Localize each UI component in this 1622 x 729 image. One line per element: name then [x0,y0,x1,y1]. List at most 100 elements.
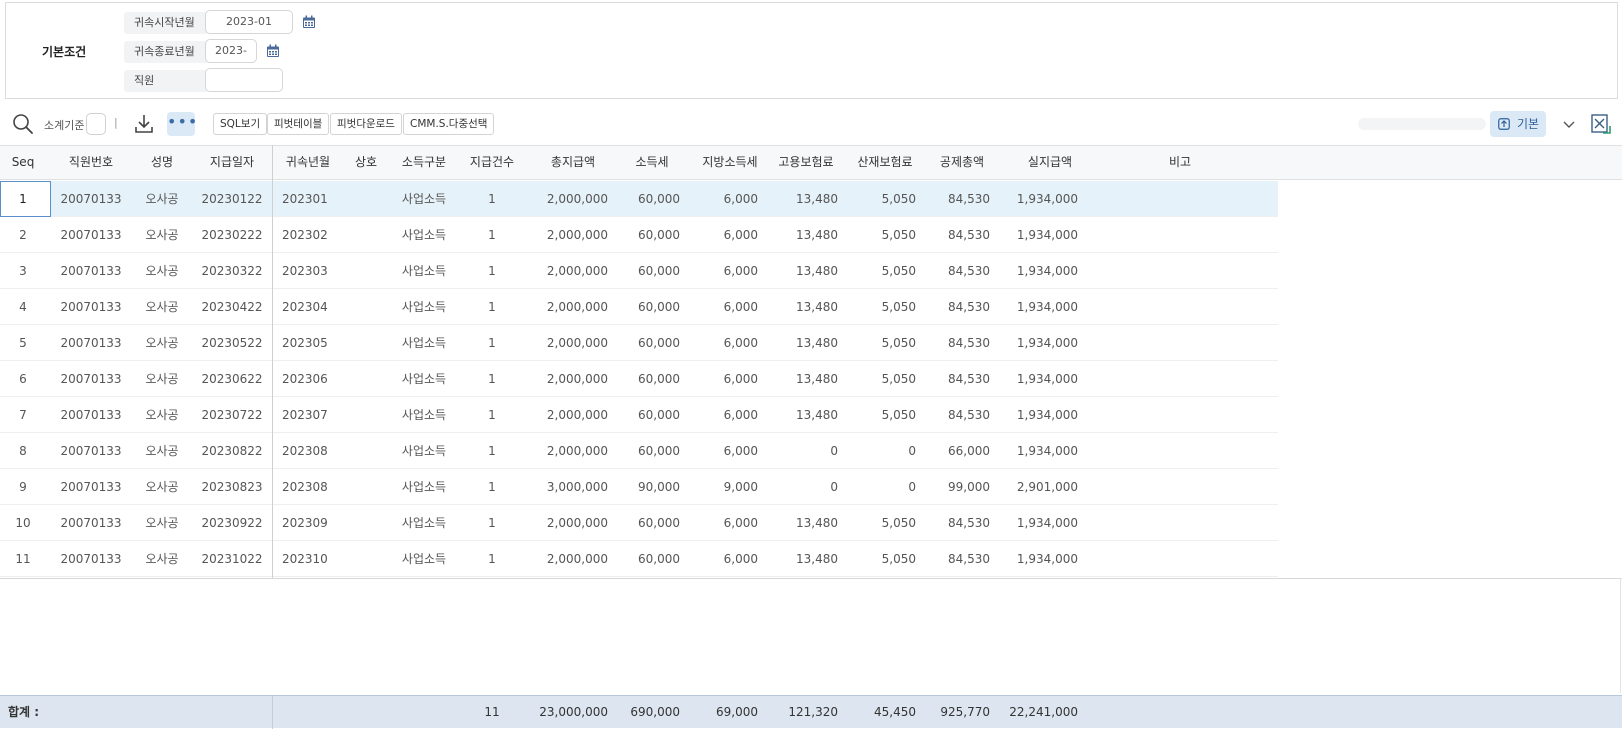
cell-net-pay[interactable]: 1,934,000 [990,541,1078,577]
cell-name[interactable]: 오사공 [138,433,186,469]
cell-company[interactable] [344,433,388,469]
cell-net-pay[interactable]: 1,934,000 [990,397,1078,433]
cell-net-pay[interactable]: 1,934,000 [990,325,1078,361]
employee-input[interactable] [205,68,283,92]
cell-income-tax[interactable]: 60,000 [610,361,680,397]
cell-company[interactable] [344,361,388,397]
cell-total-deduction[interactable]: 84,530 [920,361,990,397]
cell-attribution-month[interactable]: 202310 [282,541,342,577]
cell-seq[interactable]: 5 [0,325,46,361]
cell-pay-date[interactable]: 20231022 [194,541,270,577]
col-header-local-tax[interactable]: 지방소득세 [694,146,766,179]
cell-attribution-month[interactable]: 202307 [282,397,342,433]
cell-total-deduction[interactable]: 84,530 [920,325,990,361]
cell-net-pay[interactable]: 1,934,000 [990,289,1078,325]
table-row[interactable]: 7 20070133 오사공 20230722 202307 사업소득 1 2,000,000… [0,397,1278,433]
table-row[interactable]: 4 20070133 오사공 20230422 202304 사업소득 1 2,000,000… [0,289,1278,325]
cell-attribution-month[interactable]: 202303 [282,253,342,289]
cell-accident-ins[interactable]: 5,050 [844,181,916,217]
cell-attribution-month[interactable]: 202301 [282,181,342,217]
cell-pay-count[interactable]: 1 [462,217,522,253]
cell-employee-no[interactable]: 20070133 [52,325,130,361]
cell-accident-ins[interactable]: 5,050 [844,253,916,289]
cell-employee-no[interactable]: 20070133 [52,505,130,541]
cell-remarks[interactable] [1130,469,1230,505]
cell-seq[interactable]: 3 [0,253,46,289]
cell-remarks[interactable] [1130,181,1230,217]
cell-pay-date[interactable]: 20230122 [194,181,270,217]
cell-name[interactable]: 오사공 [138,361,186,397]
cell-attribution-month[interactable]: 202305 [282,325,342,361]
cell-income-type[interactable]: 사업소득 [394,217,454,253]
cell-employee-no[interactable]: 20070133 [52,541,130,577]
cell-pay-date[interactable]: 20230722 [194,397,270,433]
cell-employment-ins[interactable]: 13,480 [764,361,838,397]
table-row[interactable]: 5 20070133 오사공 20230522 202305 사업소득 1 2,000,000… [0,325,1278,361]
cell-income-tax[interactable]: 60,000 [610,181,680,217]
cell-pay-count[interactable]: 1 [462,253,522,289]
cell-income-tax[interactable]: 60,000 [610,433,680,469]
cell-accident-ins[interactable]: 5,050 [844,397,916,433]
cell-employee-no[interactable]: 20070133 [52,289,130,325]
cell-accident-ins[interactable]: 5,050 [844,325,916,361]
cell-local-tax[interactable]: 6,000 [690,541,758,577]
cell-remarks[interactable] [1130,397,1230,433]
cell-local-tax[interactable]: 6,000 [690,505,758,541]
cell-remarks[interactable] [1130,361,1230,397]
table-row[interactable]: 3 20070133 오사공 20230322 202303 사업소득 1 2,000,000… [0,253,1278,289]
cell-income-tax[interactable]: 60,000 [610,541,680,577]
cell-total-deduction[interactable]: 99,000 [920,469,990,505]
cell-company[interactable] [344,253,388,289]
table-row[interactable]: 9 20070133 오사공 20230823 202308 사업소득 1 3,000,000… [0,469,1278,505]
cell-seq[interactable]: 7 [0,397,46,433]
cell-total-deduction[interactable]: 84,530 [920,253,990,289]
cell-accident-ins[interactable]: 5,050 [844,289,916,325]
cell-total-deduction[interactable]: 84,530 [920,541,990,577]
cell-name[interactable]: 오사공 [138,505,186,541]
cell-net-pay[interactable]: 1,934,000 [990,505,1078,541]
cell-seq[interactable]: 10 [0,505,46,541]
cell-income-type[interactable]: 사업소득 [394,289,454,325]
cell-accident-ins[interactable]: 5,050 [844,217,916,253]
table-row[interactable]: 10 20070133 오사공 20230922 202309 사업소득 1 2,000,00… [0,505,1278,541]
col-header-total-pay[interactable]: 총지급액 [538,146,608,179]
cell-pay-date[interactable]: 20230823 [194,469,270,505]
col-header-total-deduction[interactable]: 공제총액 [930,146,994,179]
table-row[interactable]: 8 20070133 오사공 20230822 202308 사업소득 1 2,000,000… [0,433,1278,469]
cell-income-type[interactable]: 사업소득 [394,505,454,541]
download-icon[interactable] [133,113,155,135]
cell-total-deduction[interactable]: 84,530 [920,217,990,253]
cell-local-tax[interactable]: 6,000 [690,217,758,253]
cell-attribution-month[interactable]: 202304 [282,289,342,325]
cell-employee-no[interactable]: 20070133 [52,217,130,253]
multi-select-button[interactable]: CMM.S.다중선택 [403,113,495,135]
cell-remarks[interactable] [1130,289,1230,325]
cell-employment-ins[interactable]: 13,480 [764,253,838,289]
cell-seq[interactable]: 9 [0,469,46,505]
cell-company[interactable] [344,325,388,361]
cell-remarks[interactable] [1130,433,1230,469]
cell-attribution-month[interactable]: 202308 [282,469,342,505]
cell-remarks[interactable] [1130,253,1230,289]
cell-income-tax[interactable]: 60,000 [610,505,680,541]
col-header-employee-no[interactable]: 직원번호 [52,146,130,179]
cell-company[interactable] [344,505,388,541]
cell-net-pay[interactable]: 2,901,000 [990,469,1078,505]
col-header-pay-date[interactable]: 지급일자 [194,146,270,179]
excel-export-icon[interactable] [1591,114,1611,134]
cell-total-pay[interactable]: 2,000,000 [520,217,608,253]
cell-name[interactable]: 오사공 [138,289,186,325]
cell-seq[interactable]: 11 [0,541,46,577]
cell-employment-ins[interactable]: 13,480 [764,217,838,253]
cell-net-pay[interactable]: 1,934,000 [990,181,1078,217]
cell-accident-ins[interactable]: 5,050 [844,361,916,397]
cell-remarks[interactable] [1130,325,1230,361]
cell-seq[interactable]: 8 [0,433,46,469]
cell-seq[interactable]: 2 [0,217,46,253]
cell-employment-ins[interactable]: 0 [764,433,838,469]
cell-employee-no[interactable]: 20070133 [52,397,130,433]
calendar-icon[interactable] [302,15,316,29]
cell-pay-count[interactable]: 1 [462,505,522,541]
pivot-table-button[interactable]: 피벗테이블 [267,113,330,135]
cell-employment-ins[interactable]: 13,480 [764,325,838,361]
